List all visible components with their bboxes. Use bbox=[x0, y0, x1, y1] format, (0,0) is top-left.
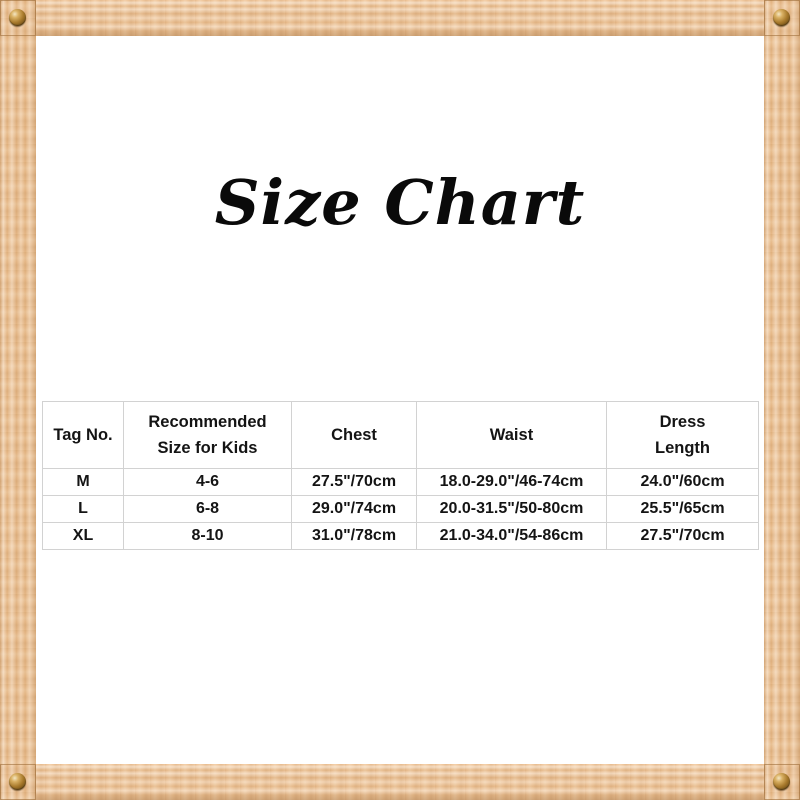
cell-waist: 18.0-29.0"/46-74cm bbox=[416, 468, 607, 496]
cell-chest: 27.5"/70cm bbox=[291, 468, 417, 496]
cell-tag-no: L bbox=[42, 495, 124, 523]
cell-dress-length: 25.5"/65cm bbox=[606, 495, 759, 523]
cell-size-for-kids: 8-10 bbox=[123, 522, 292, 550]
table-row: L 6-8 29.0"/74cm 20.0-31.5"/50-80cm 25.5… bbox=[42, 495, 759, 523]
cell-tag-no: XL bbox=[42, 522, 124, 550]
column-header-dress-line2: Length bbox=[655, 439, 710, 457]
cell-chest: 31.0"/78cm bbox=[291, 522, 417, 550]
cell-size-for-kids: 4-6 bbox=[123, 468, 292, 496]
wood-frame-bottom bbox=[0, 764, 800, 800]
column-header-tag-no: Tag No. bbox=[42, 401, 124, 469]
table-body: M 4-6 27.5"/70cm 18.0-29.0"/46-74cm 24.0… bbox=[42, 468, 759, 550]
column-header-dress-length: Dress Length bbox=[606, 401, 759, 469]
size-chart-table-container: Tag No. Recommended Size for Kids Chest … bbox=[42, 401, 759, 550]
table-row: M 4-6 27.5"/70cm 18.0-29.0"/46-74cm 24.0… bbox=[42, 468, 759, 496]
table-header: Tag No. Recommended Size for Kids Chest … bbox=[42, 401, 759, 469]
cell-waist: 20.0-31.5"/50-80cm bbox=[416, 495, 607, 523]
column-header-chest: Chest bbox=[291, 401, 417, 469]
cell-tag-no: M bbox=[42, 468, 124, 496]
size-chart-page: Size Chart Tag No. Recommended Size for … bbox=[0, 0, 800, 800]
cell-dress-length: 27.5"/70cm bbox=[606, 522, 759, 550]
cell-chest: 29.0"/74cm bbox=[291, 495, 417, 523]
cell-waist: 21.0-34.0"/54-86cm bbox=[416, 522, 607, 550]
cell-dress-length: 24.0"/60cm bbox=[606, 468, 759, 496]
wood-frame-top bbox=[0, 0, 800, 36]
column-header-dress-line1: Dress bbox=[659, 413, 706, 431]
page-title: Size Chart bbox=[214, 166, 586, 239]
column-header-recommended-size: Recommended Size for Kids bbox=[123, 401, 292, 469]
wood-frame-left bbox=[0, 0, 36, 800]
size-chart-table: Tag No. Recommended Size for Kids Chest … bbox=[42, 401, 759, 550]
column-header-recommended-line1: Recommended bbox=[148, 413, 267, 431]
screw-icon-bottom-right bbox=[773, 773, 790, 790]
wood-frame-right bbox=[764, 0, 800, 800]
table-header-row: Tag No. Recommended Size for Kids Chest … bbox=[42, 401, 759, 469]
screw-icon-top-left bbox=[9, 9, 26, 26]
screw-icon-top-right bbox=[773, 9, 790, 26]
cell-size-for-kids: 6-8 bbox=[123, 495, 292, 523]
screw-icon-bottom-left bbox=[9, 773, 26, 790]
column-header-recommended-line2: Size for Kids bbox=[157, 439, 258, 457]
column-header-waist: Waist bbox=[416, 401, 607, 469]
table-row: XL 8-10 31.0"/78cm 21.0-34.0"/54-86cm 27… bbox=[42, 522, 759, 550]
content-canvas: Size Chart Tag No. Recommended Size for … bbox=[36, 36, 764, 764]
